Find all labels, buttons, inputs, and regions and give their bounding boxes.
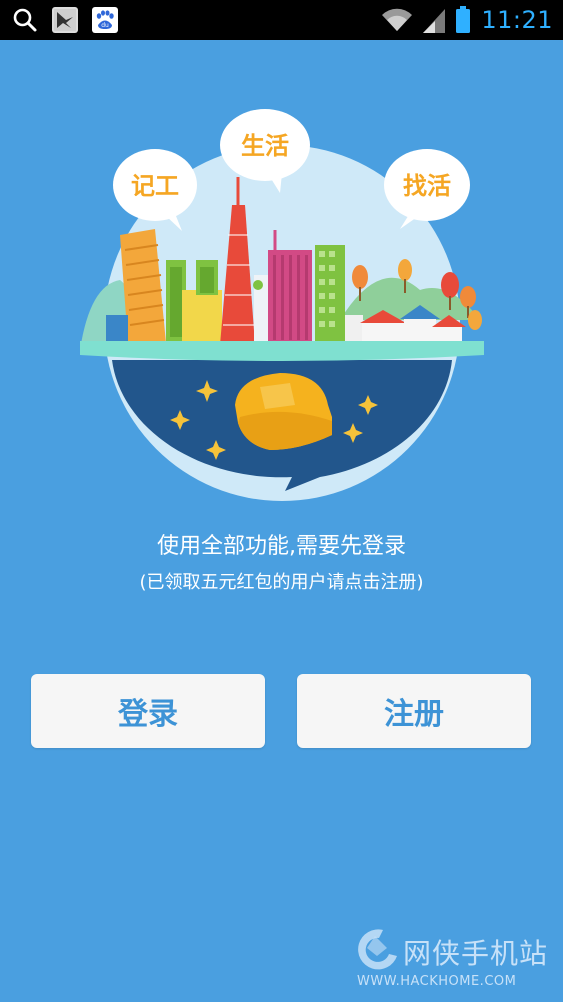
login-button-label: 登录	[118, 697, 178, 732]
watermark-url: WWW.HACKHOME.COM	[357, 974, 517, 989]
image-app-icon	[52, 7, 78, 33]
red-packet-hint-text: (已领取五元红包的用户请点击注册)	[139, 572, 424, 593]
baidu-label: du	[101, 22, 109, 29]
register-button-label: 注册	[384, 697, 444, 732]
bubble-label-shenghuo: 生活	[241, 132, 289, 160]
battery-icon	[455, 6, 471, 34]
bubble-label-zhaohuo: 找活	[403, 172, 451, 200]
status-bar: du 11:21	[0, 0, 563, 40]
login-prompt-text: 使用全部功能,需要先登录	[157, 534, 406, 559]
register-button[interactable]: 注册	[297, 674, 531, 748]
city-illustration: 记工 生活 找活	[80, 109, 484, 501]
bubble-label-jigong: 记工	[131, 172, 179, 200]
hard-hat	[235, 373, 332, 450]
watermark-name: 网侠手机站	[403, 937, 549, 970]
login-button[interactable]: 登录	[31, 674, 265, 748]
wifi-icon	[381, 7, 413, 33]
status-bar-left: du	[12, 6, 118, 34]
baidu-app-icon: du	[92, 7, 118, 33]
watermark: 网侠手机站 WWW.HACKHOME.COM	[353, 926, 553, 994]
status-clock: 11:21	[481, 6, 553, 34]
signal-icon	[423, 7, 446, 33]
status-bar-right: 11:21	[381, 5, 553, 35]
ground-strip	[80, 341, 484, 361]
search-icon	[12, 7, 38, 33]
watermark-logo-icon	[358, 929, 397, 970]
